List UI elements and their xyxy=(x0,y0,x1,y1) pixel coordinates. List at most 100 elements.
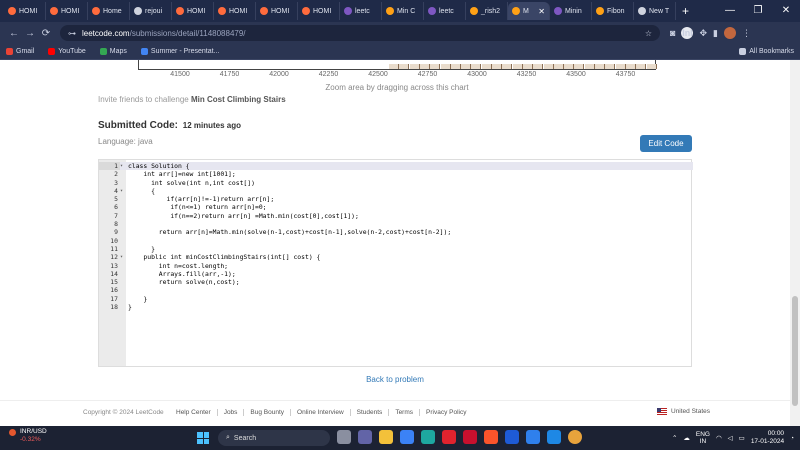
chrome-icon[interactable] xyxy=(568,430,582,444)
gmail-icon xyxy=(6,48,13,55)
extensions-icon[interactable]: ✥ xyxy=(699,28,707,39)
browser-tab[interactable]: HOMI xyxy=(172,2,214,20)
browser-tab[interactable]: leetc xyxy=(424,2,466,20)
wifi-icon[interactable]: ◠ xyxy=(716,434,722,442)
footer-link[interactable]: Bug Bounty xyxy=(243,409,290,416)
code-text: class Solution { xyxy=(128,162,190,170)
tab-label: M xyxy=(523,7,529,15)
country-selector[interactable]: United States xyxy=(657,408,710,415)
edit-code-button[interactable]: Edit Code xyxy=(640,135,692,152)
footer-link[interactable]: Online Interview xyxy=(290,409,350,416)
input-language[interactable]: ENG IN xyxy=(696,431,710,445)
chart-bar xyxy=(636,64,647,69)
teams-icon[interactable] xyxy=(358,430,372,444)
chart-bar xyxy=(450,64,461,69)
code-line: 6 if(n<=1) return arr[n]=0; xyxy=(99,203,693,211)
code-line: 5 if(arr[n]!=-1)return arr[n]; xyxy=(99,195,693,203)
battery-icon[interactable]: ▭ xyxy=(739,434,745,442)
app-icon[interactable] xyxy=(526,430,540,444)
ticker-widget[interactable]: INR/USD -0.32% xyxy=(20,428,47,444)
browser-tab[interactable]: HOMI xyxy=(214,2,256,20)
chart-bar xyxy=(440,64,451,69)
tab-favicon-icon xyxy=(638,7,646,15)
minimize-icon[interactable]: — xyxy=(716,0,744,22)
profile-avatar[interactable]: Inl xyxy=(681,27,694,39)
sidepanel-icon[interactable]: ▮ xyxy=(713,28,718,39)
footer-link[interactable]: Terms xyxy=(388,409,419,416)
menu-icon[interactable]: ⋮ xyxy=(742,28,751,39)
notifications-icon[interactable]: ◔ xyxy=(790,435,794,442)
weather-widget-icon[interactable] xyxy=(9,429,16,436)
bookmark-maps[interactable]: Maps xyxy=(99,48,127,55)
back-arrow-icon[interactable]: ← xyxy=(6,28,22,39)
file-explorer-icon[interactable] xyxy=(379,430,393,444)
tab-favicon-icon xyxy=(176,7,184,15)
back-to-problem-link[interactable]: Back to problem xyxy=(0,375,790,384)
bookmark-summer[interactable]: Summer - Presentat... xyxy=(140,48,219,55)
browser-tab[interactable]: Min C xyxy=(382,2,424,20)
footer-link[interactable]: Students xyxy=(349,409,389,416)
camera-icon[interactable]: ◙ xyxy=(670,28,675,38)
maximize-icon[interactable]: ❐ xyxy=(744,0,772,22)
vscode-icon[interactable] xyxy=(547,430,561,444)
browser-tab[interactable]: rejoui xyxy=(130,2,172,20)
brave-icon[interactable] xyxy=(484,430,498,444)
all-bookmarks[interactable]: All Bookmarks xyxy=(739,48,794,55)
account-avatar[interactable] xyxy=(723,27,736,39)
forward-arrow-icon[interactable]: → xyxy=(22,28,38,39)
chart-bar xyxy=(584,64,595,69)
footer-link[interactable]: Privacy Policy xyxy=(419,409,472,416)
footer-link[interactable]: Jobs xyxy=(216,409,244,416)
edge-icon[interactable] xyxy=(421,430,435,444)
site-info-icon[interactable]: ⊶ xyxy=(68,29,76,38)
browser-tab[interactable]: M ✕ xyxy=(508,2,550,20)
taskbar-search[interactable]: ⌕ Search xyxy=(218,430,330,446)
browser-tab[interactable]: HOMI xyxy=(298,2,340,20)
tab-favicon-icon xyxy=(512,7,520,15)
browser-tab[interactable]: HOMI xyxy=(4,2,46,20)
url-bar[interactable]: ⊶ leetcode.com/submissions/detail/114808… xyxy=(60,25,660,41)
bookmark-youtube[interactable]: YouTube xyxy=(48,48,86,55)
close-tab-icon[interactable]: ✕ xyxy=(538,7,545,16)
l-app-icon[interactable] xyxy=(505,430,519,444)
code-editor[interactable]: 1 ▾ class Solution {2 int arr[]=new int[10… xyxy=(98,159,693,367)
line-number: 3 xyxy=(114,178,118,187)
browser-tab[interactable]: leetc xyxy=(340,2,382,20)
volume-icon[interactable]: ◁ xyxy=(728,434,733,442)
page-scrollbar[interactable] xyxy=(790,60,800,426)
tab-strip: HOMI HOMI Home rejoui HOMI HOMI HOMI HOMI leetc M… xyxy=(0,0,800,22)
scrollbar-thumb[interactable] xyxy=(792,296,798,406)
browser-tab[interactable]: Fibon xyxy=(592,2,634,20)
close-window-icon[interactable]: ✕ xyxy=(772,0,800,22)
chart-x-tick: 42750 xyxy=(417,71,438,78)
browser-tab[interactable]: Home xyxy=(88,2,130,20)
chevron-up-icon[interactable]: ⌃ xyxy=(672,434,677,442)
code-line: 1 ▾ class Solution { xyxy=(99,162,693,171)
code-line: 18} xyxy=(99,303,693,311)
opera-icon[interactable] xyxy=(442,430,456,444)
new-tab-icon[interactable]: + xyxy=(682,4,689,18)
browser-tab[interactable]: _rish2 xyxy=(466,2,508,20)
bookmark-star-icon[interactable]: ☆ xyxy=(645,29,652,38)
chart-x-tick: 42000 xyxy=(269,71,289,78)
clock[interactable]: 00:00 17-01-2024 xyxy=(751,430,784,446)
browser-tab[interactable]: HOMI xyxy=(256,2,298,20)
browser-tab[interactable]: New T xyxy=(634,2,676,20)
browser-tab[interactable]: Minin xyxy=(550,2,592,20)
task-view-icon[interactable] xyxy=(337,430,351,444)
tab-favicon-icon xyxy=(8,7,16,15)
tab-favicon-icon xyxy=(134,7,142,15)
store-icon[interactable] xyxy=(400,430,414,444)
cloud-icon[interactable]: ☁ xyxy=(683,434,690,442)
runtime-chart[interactable] xyxy=(138,60,657,70)
tab-label: leetc xyxy=(439,7,454,15)
bookmark-gmail[interactable]: Gmail xyxy=(6,48,34,55)
mcafee-icon[interactable] xyxy=(463,430,477,444)
reload-icon[interactable]: ⟳ xyxy=(38,28,54,39)
windows-start-icon[interactable] xyxy=(197,432,209,444)
taskbar: INR/USD -0.32% ⌕ Search ⌃ ☁ ENG IN ◠ ◁ ▭… xyxy=(0,426,800,450)
browser-tab[interactable]: HOMI xyxy=(46,2,88,20)
maps-icon xyxy=(99,48,107,55)
chart-x-tick: 42250 xyxy=(318,71,339,78)
footer-link[interactable]: Help Center xyxy=(170,409,217,416)
